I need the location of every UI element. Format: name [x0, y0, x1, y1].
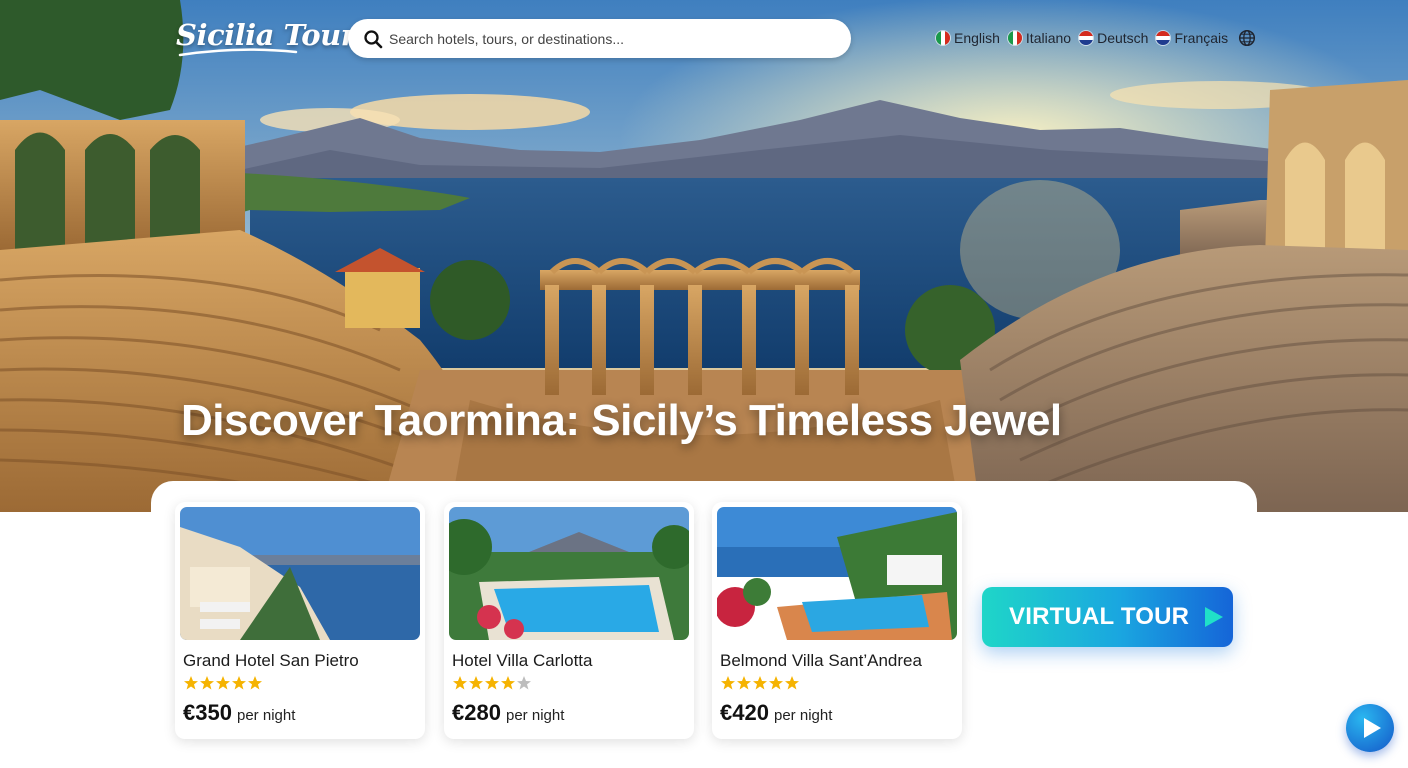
- star-empty-icon: [517, 676, 531, 690]
- rating-stars: [720, 675, 800, 691]
- flag-icon: [1079, 31, 1094, 45]
- hotel-price: €280: [452, 700, 501, 725]
- price-unit: per night: [506, 707, 565, 724]
- price-unit: per night: [774, 707, 833, 724]
- rating-stars: [183, 675, 263, 691]
- virtual-tour-label: VIRTUAL TOUR: [1009, 603, 1190, 630]
- star-filled-icon: [769, 676, 783, 690]
- star-filled-icon: [232, 676, 246, 690]
- star-filled-icon: [485, 676, 499, 690]
- logo-swoosh-icon: [178, 48, 298, 57]
- star-filled-icon: [216, 676, 230, 690]
- hotel-price: €350: [183, 700, 232, 725]
- lang-english[interactable]: English: [936, 30, 1000, 46]
- rating-stars: [452, 675, 532, 691]
- floating-play-button[interactable]: [1346, 704, 1394, 752]
- globe-icon[interactable]: [1238, 29, 1256, 47]
- star-filled-icon: [453, 676, 467, 690]
- star-filled-icon: [469, 676, 483, 690]
- star-filled-icon: [785, 676, 799, 690]
- lang-label: English: [954, 30, 1000, 46]
- hotel-name[interactable]: Grand Hotel San Pietro: [183, 651, 359, 671]
- search-icon[interactable]: [363, 29, 383, 49]
- flag-icon: [1156, 31, 1171, 45]
- hotel-card[interactable]: Hotel Villa Carlotta €280 per night: [444, 502, 694, 739]
- hero-headline: Discover Taormina: Sicily’s Timeless Jew…: [181, 396, 1062, 445]
- hotel-price: €420: [720, 700, 769, 725]
- lang-label: Italiano: [1025, 30, 1072, 46]
- language-switcher: English Italiano Deutsch Français: [936, 29, 1256, 47]
- virtual-tour-button[interactable]: VIRTUAL TOUR: [982, 587, 1233, 647]
- play-icon: [1205, 607, 1224, 627]
- italy-flag-icon: [936, 31, 950, 45]
- search-bar[interactable]: [348, 19, 851, 58]
- hotel-card[interactable]: Grand Hotel San Pietro €350 per night: [175, 502, 425, 739]
- star-filled-icon: [184, 676, 198, 690]
- lang-francais[interactable]: Français: [1156, 30, 1228, 46]
- search-input[interactable]: [389, 30, 829, 47]
- lang-label: Français: [1174, 30, 1229, 46]
- star-filled-icon: [753, 676, 767, 690]
- star-filled-icon: [248, 676, 262, 690]
- hotel-photo: [180, 507, 420, 640]
- hotel-name[interactable]: Hotel Villa Carlotta: [452, 651, 592, 671]
- star-filled-icon: [200, 676, 214, 690]
- play-icon: [1363, 718, 1381, 738]
- price-unit: per night: [237, 707, 296, 724]
- hotel-name[interactable]: Belmond Villa Sant’Andrea: [720, 651, 922, 671]
- lang-label: Deutsch: [1097, 30, 1149, 46]
- star-filled-icon: [721, 676, 735, 690]
- star-filled-icon: [737, 676, 751, 690]
- hotel-photo: [449, 507, 689, 640]
- hotel-photo: [717, 507, 957, 640]
- star-filled-icon: [501, 676, 515, 690]
- lang-italiano[interactable]: Italiano: [1007, 30, 1072, 46]
- italy-flag-icon: [1007, 31, 1022, 45]
- lang-deutsch[interactable]: Deutsch: [1079, 30, 1148, 46]
- hotel-card[interactable]: Belmond Villa Sant’Andrea €420 per night: [712, 502, 962, 739]
